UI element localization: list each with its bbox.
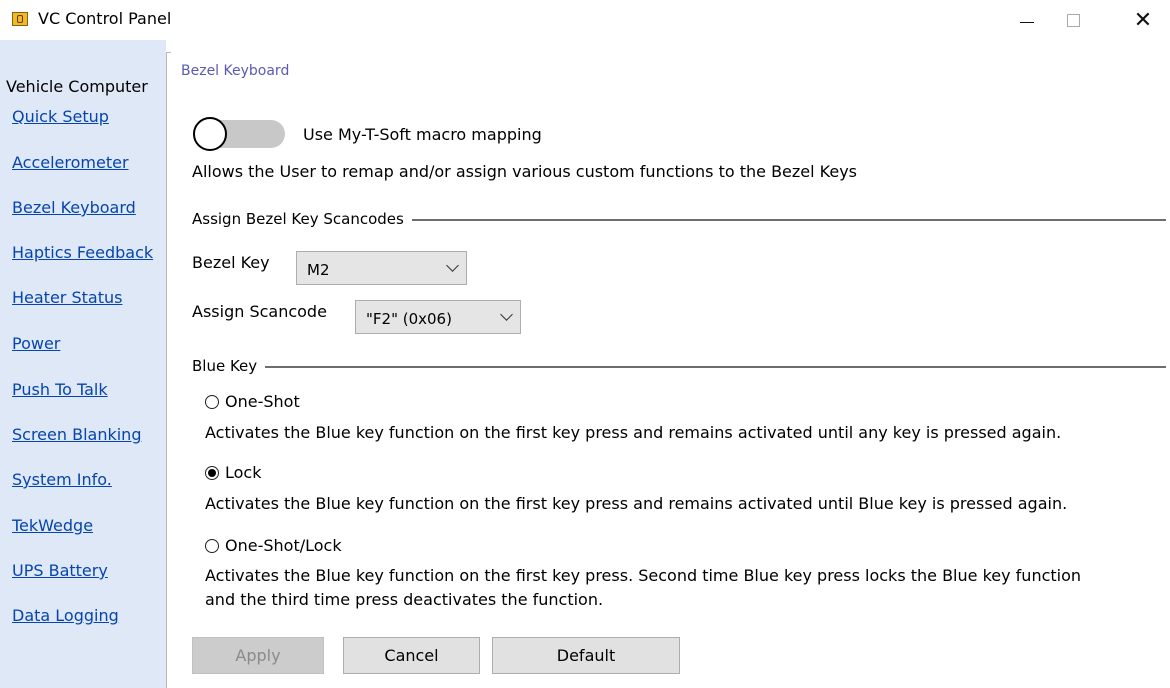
assign-scancode-select[interactable]: "F2" (0x06) — [355, 300, 521, 334]
sidebar-item-ups-battery[interactable]: UPS Battery — [12, 561, 108, 580]
close-button[interactable]: ✕ — [1120, 0, 1166, 40]
radio-one-shot-lock[interactable]: One-Shot/Lock — [205, 536, 342, 555]
bezel-key-select[interactable]: M2 — [296, 251, 467, 285]
minimize-icon — [1020, 21, 1034, 23]
radio-lock[interactable]: Lock — [205, 463, 261, 482]
page-title: Bezel Keyboard — [181, 63, 290, 79]
sidebar-item-tekwedge[interactable]: TekWedge — [12, 516, 93, 535]
sidebar-item-quick-setup[interactable]: Quick Setup — [12, 107, 109, 126]
radio-lock-label: Lock — [225, 463, 262, 482]
sidebar-heading: Vehicle Computer — [6, 77, 148, 96]
sidebar-item-heater-status[interactable]: Heater Status — [12, 288, 122, 307]
apply-button[interactable]: Apply — [192, 637, 324, 674]
radio-one-shot-label: One-Shot — [225, 392, 300, 411]
one-shot-lock-description-line2: and the third time press deactivates the… — [205, 590, 604, 609]
lock-description: Activates the Blue key function on the f… — [205, 494, 1068, 513]
bezel-keys-description: Allows the User to remap and/or assign v… — [192, 162, 857, 181]
close-icon: ✕ — [1133, 7, 1153, 33]
toggle-knob[interactable] — [193, 117, 227, 151]
chevron-down-icon — [446, 259, 459, 272]
sidebar-item-screen-blanking[interactable]: Screen Blanking — [12, 425, 141, 444]
sidebar-item-bezel-keyboard[interactable]: Bezel Keyboard — [12, 198, 136, 217]
title-bar: VC Control Panel ✕ — [0, 0, 1170, 40]
maximize-button[interactable] — [1050, 0, 1096, 40]
sidebar-item-system-info[interactable]: System Info. — [12, 470, 112, 489]
radio-one-shot[interactable]: One-Shot — [205, 392, 300, 411]
one-shot-description: Activates the Blue key function on the f… — [205, 423, 1062, 442]
sidebar-item-data-logging[interactable]: Data Logging — [12, 606, 119, 625]
sidebar-item-push-to-talk[interactable]: Push To Talk — [12, 380, 108, 399]
assign-scancode-label: Assign Scancode — [192, 302, 327, 321]
minimize-button[interactable] — [1004, 0, 1050, 40]
radio-lock-circle[interactable] — [205, 465, 219, 480]
bezel-key-value: M2 — [307, 261, 330, 279]
default-button[interactable]: Default — [492, 637, 680, 674]
sidebar-item-accelerometer[interactable]: Accelerometer — [12, 153, 129, 172]
macro-mapping-toggle[interactable] — [193, 117, 285, 151]
sidebar-item-power[interactable]: Power — [12, 334, 60, 353]
radio-one-shot-lock-label: One-Shot/Lock — [225, 536, 342, 555]
panel-divider — [166, 52, 171, 688]
bezel-key-label: Bezel Key — [192, 253, 270, 272]
maximize-icon — [1066, 13, 1080, 27]
blue-key-group-title: Blue Key — [192, 357, 266, 375]
cancel-button[interactable]: Cancel — [343, 637, 480, 674]
macro-mapping-label: Use My-T-Soft macro mapping — [303, 125, 542, 144]
radio-one-shot-lock-circle[interactable] — [205, 538, 219, 553]
chevron-down-icon — [500, 308, 513, 321]
app-icon — [12, 12, 28, 26]
radio-one-shot-circle[interactable] — [205, 394, 219, 409]
window-title: VC Control Panel — [38, 9, 172, 28]
one-shot-lock-description-line1: Activates the Blue key function on the f… — [205, 566, 1082, 585]
scancodes-group-title: Assign Bezel Key Scancodes — [192, 210, 412, 228]
blue-key-group-line — [192, 366, 1166, 368]
sidebar: Vehicle Computer Quick Setup Acceleromet… — [0, 40, 166, 688]
sidebar-item-haptics-feedback[interactable]: Haptics Feedback — [12, 243, 153, 262]
assign-scancode-value: "F2" (0x06) — [366, 310, 452, 328]
